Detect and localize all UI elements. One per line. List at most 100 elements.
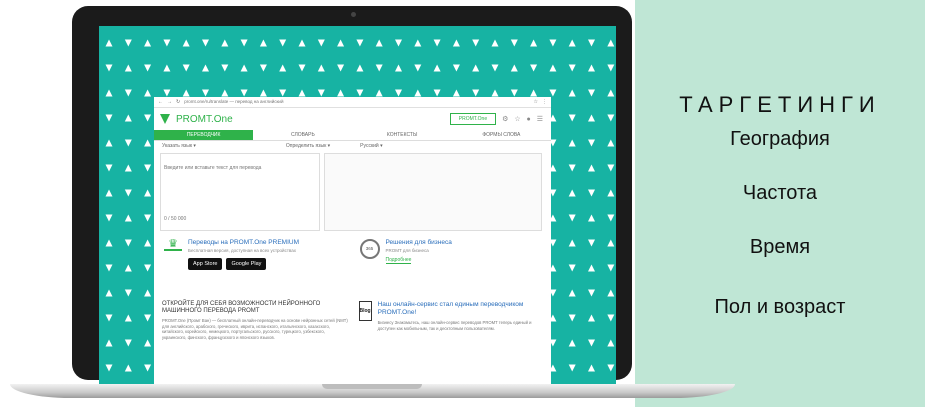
- triangle-up-icon: [124, 214, 132, 222]
- nmt-heading: ОТКРОЙТЕ ДЛЯ СЕБЯ ВОЗМОЖНОСТИ НЕЙРОННОГО…: [162, 301, 321, 314]
- nmt-text: PROMT.One (Промт Ван) — бесплатный онлай…: [162, 318, 348, 340]
- target-language-select[interactable]: Русский ▾: [360, 143, 382, 149]
- promt-logo-icon: [160, 114, 170, 124]
- triangle-down-icon: [607, 114, 615, 122]
- source-text-area[interactable]: Введите или вставьте текст для перевода …: [160, 153, 320, 231]
- triangle-up-icon: [259, 39, 267, 47]
- google-play-button[interactable]: Google Play: [226, 258, 267, 270]
- triangle-down-icon: [317, 39, 325, 47]
- triangle-down-icon: [144, 114, 152, 122]
- camera-dot: [351, 12, 356, 17]
- triangle-down-icon: [124, 289, 132, 297]
- nmt-section: ОТКРОЙТЕ ДЛЯ СЕБЯ ВОЗМОЖНОСТИ НЕЙРОННОГО…: [162, 301, 349, 340]
- triangle-up-icon: [491, 89, 499, 97]
- store-buttons: App Store Google Play: [188, 258, 299, 270]
- triangle-up-icon: [414, 39, 422, 47]
- triangle-down-icon: [568, 314, 576, 322]
- triangle-down-icon: [510, 89, 518, 97]
- blog-icon: Blog: [358, 301, 372, 321]
- tab-word-forms[interactable]: ФОРМЫ СЛОВА: [452, 130, 551, 140]
- premium-text: Бесплатная версия, доступная на всех уст…: [188, 248, 296, 253]
- triangle-up-icon: [568, 289, 576, 297]
- triangle-up-icon: [607, 239, 615, 247]
- lower-content: ОТКРОЙТЕ ДЛЯ СЕБЯ ВОЗМОЖНОСТИ НЕЙРОННОГО…: [154, 293, 551, 340]
- tab-contexts[interactable]: КОНТЕКСТЫ: [353, 130, 452, 140]
- laptop-screen: ← → ↻ promt.one/ru/translate — перевод н…: [99, 26, 616, 384]
- triangle-up-icon: [279, 64, 287, 72]
- triangle-up-icon: [607, 189, 615, 197]
- source-language-select[interactable]: Указать язык ▾: [162, 143, 196, 149]
- triangle-down-icon: [144, 164, 152, 172]
- triangle-up-icon: [549, 64, 557, 72]
- triangle-up-icon: [221, 89, 229, 97]
- tab-translator[interactable]: ПЕРЕВОДЧИК: [154, 130, 254, 140]
- triangle-up-icon: [144, 239, 152, 247]
- triangle-up-icon: [298, 39, 306, 47]
- triangle-up-icon: [124, 264, 132, 272]
- detect-language-select[interactable]: Определить язык ▾: [286, 143, 330, 149]
- triangle-up-icon: [568, 239, 576, 247]
- crown-icon: ♛: [164, 239, 182, 251]
- triangle-down-icon: [317, 89, 325, 97]
- triangle-up-icon: [259, 89, 267, 97]
- targeting-panel: ТАРГЕТИНГИ География Частота Время Пол и…: [635, 0, 925, 407]
- reload-icon[interactable]: ↻: [176, 99, 180, 105]
- triangle-up-icon: [124, 164, 132, 172]
- triangle-down-icon: [568, 264, 576, 272]
- tab-dictionary[interactable]: СЛОВАРЬ: [253, 130, 352, 140]
- app-store-button[interactable]: App Store: [188, 258, 223, 270]
- triangle-down-icon: [356, 39, 364, 47]
- triangle-down-icon: [144, 364, 152, 372]
- triangle-down-icon: [433, 89, 441, 97]
- blog-section: Blog Наш онлайн-сервис стал единым перев…: [358, 301, 546, 340]
- triangle-down-icon: [105, 164, 113, 172]
- targeting-item-time: Время: [749, 236, 811, 258]
- laptop-notch: [322, 384, 422, 389]
- brand-name[interactable]: PROMT.One: [176, 114, 233, 125]
- triangle-down-icon: [588, 339, 595, 347]
- business-more-link[interactable]: Подробнее: [385, 257, 412, 264]
- triangle-up-icon: [588, 214, 595, 222]
- triangle-down-icon: [240, 39, 248, 47]
- business-promo: 365 Решения для бизнеса PROMT для бизнес…: [359, 239, 546, 293]
- triangle-up-icon: [568, 139, 576, 147]
- menu-icon[interactable]: ⋮: [542, 99, 547, 105]
- triangle-up-icon: [607, 39, 615, 47]
- language-row: Указать язык ▾ Определить язык ▾ Русский…: [154, 141, 551, 151]
- triangle-up-icon: [182, 89, 190, 97]
- triangle-down-icon: [105, 264, 113, 272]
- triangle-up-icon: [568, 39, 576, 47]
- premium-title[interactable]: Переводы на PROMT.One PREMIUM: [188, 239, 299, 246]
- promt-one-button[interactable]: PROMT.One: [449, 113, 497, 125]
- triangle-down-icon: [144, 214, 152, 222]
- targeting-title: ТАРГЕТИНГИ: [679, 92, 881, 117]
- targeting-item-frequency: Частота: [742, 182, 818, 204]
- triangle-down-icon: [472, 89, 480, 97]
- blog-title[interactable]: Наш онлайн-сервис стал единым переводчик…: [378, 301, 545, 317]
- triangle-down-icon: [105, 114, 113, 122]
- star-icon[interactable]: ☆: [534, 99, 538, 105]
- back-icon[interactable]: ←: [158, 99, 163, 105]
- triangle-up-icon: [607, 139, 615, 147]
- triangle-down-icon: [607, 214, 615, 222]
- triangle-up-icon: [163, 64, 171, 72]
- triangle-down-icon: [568, 114, 576, 122]
- triangle-down-icon: [607, 64, 615, 72]
- triangle-up-icon: [452, 39, 460, 47]
- triangle-up-icon: [337, 89, 345, 97]
- triangle-up-icon: [607, 339, 615, 347]
- triangle-down-icon: [356, 89, 364, 97]
- triangle-down-icon: [588, 39, 595, 47]
- triangle-up-icon: [568, 89, 576, 97]
- triangle-up-icon: [124, 64, 132, 72]
- header-icons[interactable]: ⚙ ☆ ● ☰: [502, 115, 545, 123]
- triangle-down-icon: [395, 89, 402, 97]
- url-text[interactable]: promt.one/ru/translate — перевод на англ…: [184, 99, 529, 105]
- triangle-down-icon: [337, 64, 345, 72]
- triangle-up-icon: [607, 89, 615, 97]
- triangle-down-icon: [568, 214, 576, 222]
- forward-icon[interactable]: →: [167, 99, 172, 105]
- triangle-down-icon: [472, 39, 480, 47]
- triangle-down-icon: [510, 39, 518, 47]
- business-title[interactable]: Решения для бизнеса: [386, 239, 452, 246]
